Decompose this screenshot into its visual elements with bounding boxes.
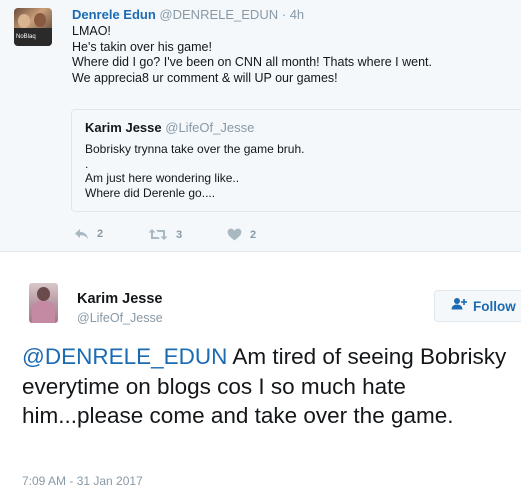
avatar[interactable] [29,283,58,323]
reply-count: 2 [97,228,104,240]
tweet-timestamp[interactable]: 7:09 AM - 31 Jan 2017 [22,474,143,488]
replied-tweet[interactable]: NoBlaq Denrele Edun @DENRELE_EDUN · 4h L… [0,0,521,252]
follow-button[interactable]: Follow [434,290,521,322]
avatar-face [18,14,30,28]
tweet-time[interactable]: 4h [290,7,304,22]
avatar-body [32,301,55,323]
quoted-author-handle: @LifeOf_Jesse [165,120,255,135]
tweet-line: He's takin over his game! [72,39,212,54]
avatar-face [34,13,46,27]
author-name[interactable]: Karim Jesse [77,291,162,307]
author-handle[interactable]: @DENRELE_EDUN [159,7,278,22]
tweet-line: Where did I go? I've been on CNN all mon… [72,55,432,69]
reply-icon [74,228,89,240]
like-count: 2 [250,228,257,241]
retweet-icon [148,228,168,241]
tweet-line: LMAO! [72,24,111,38]
like-button[interactable]: 2 [227,228,256,241]
tweet-text: @DENRELE_EDUN Am tired of seeing Bobrisk… [22,342,512,431]
mention-link[interactable]: @DENRELE_EDUN [22,344,227,369]
author-handle[interactable]: @LifeOf_Jesse [77,311,163,325]
author-name[interactable]: Denrele Edun [72,7,156,22]
retweet-count: 3 [176,228,183,241]
retweet-button[interactable]: 3 [148,228,182,241]
avatar[interactable]: NoBlaq [14,8,52,46]
quoted-line: . [85,156,89,171]
tweet-text: LMAO! He's takin over his game! Where di… [72,24,432,86]
quoted-tweet[interactable]: Karim Jesse @LifeOf_Jesse Bobrisky trynn… [71,109,521,212]
tweet-header: Denrele Edun @DENRELE_EDUN · 4h [72,7,304,22]
follow-label: Follow [473,298,516,314]
reply-button[interactable]: 2 [74,228,103,240]
avatar-caption: NoBlaq [16,34,36,40]
quoted-line: Bobrisky trynna take over the game bruh. [85,142,305,156]
quoted-tweet-text: Bobrisky trynna take over the game bruh.… [85,142,304,200]
add-user-icon [451,297,467,315]
quoted-tweet-header: Karim Jesse @LifeOf_Jesse [85,120,254,135]
tweet-line: We apprecia8 ur comment & will UP our ga… [72,70,338,85]
quoted-line: Am just here wondering like.. [85,171,240,185]
quoted-author-name: Karim Jesse [85,120,162,135]
avatar-head [37,287,50,301]
quoted-line: Where did Derenle go.... [85,185,216,200]
separator-dot: · [281,7,287,22]
heart-icon [227,228,242,241]
